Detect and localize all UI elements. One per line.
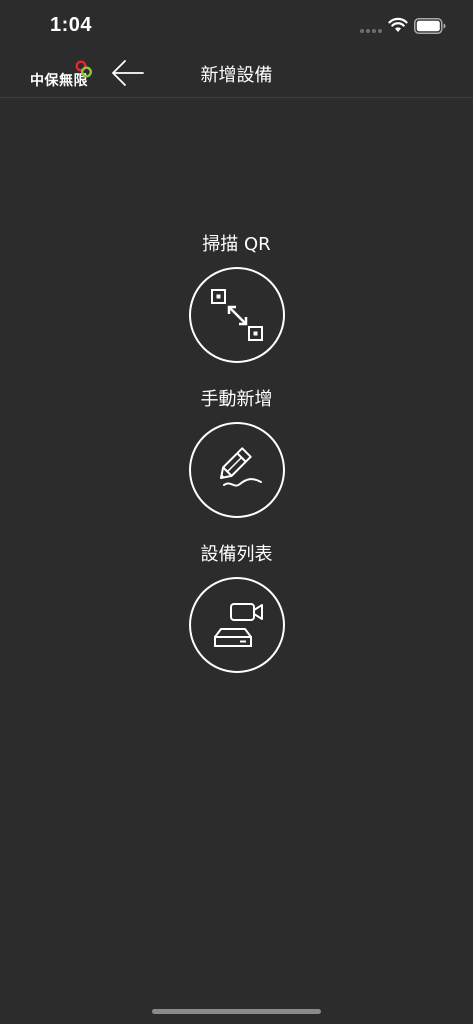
option-manual-add: 手動新增 (0, 387, 473, 518)
device-list-icon (213, 603, 263, 647)
device-list-button[interactable] (188, 577, 285, 673)
option-label-manual-add: 手動新增 (200, 389, 273, 410)
scan-qr-button[interactable] (188, 267, 285, 363)
pencil-icon (219, 447, 262, 487)
cellular-signal-icon (360, 29, 382, 33)
manual-add-button[interactable] (188, 422, 285, 518)
nav-bar: 中保無限 新增設備 (0, 52, 473, 98)
home-indicator[interactable] (152, 1009, 321, 1014)
screen: 1:04 中保無限 新增設備 掃描 QR 手動新增 設備列表 (0, 0, 473, 1024)
back-arrow-icon[interactable] (110, 58, 146, 88)
brand-logo: 中保無限 (30, 60, 96, 90)
option-scan-qr: 掃描 QR (0, 232, 473, 363)
option-label-device-list: 設備列表 (200, 544, 273, 565)
option-device-list: 設備列表 (0, 542, 473, 673)
brand-mark-icon (75, 60, 93, 78)
qr-scan-icon (210, 289, 263, 341)
wifi-icon (388, 17, 408, 32)
status-time: 1:04 (50, 14, 93, 36)
option-label-scan-qr: 掃描 QR (202, 234, 271, 255)
battery-icon (414, 18, 446, 34)
status-bar: 1:04 (0, 0, 473, 52)
